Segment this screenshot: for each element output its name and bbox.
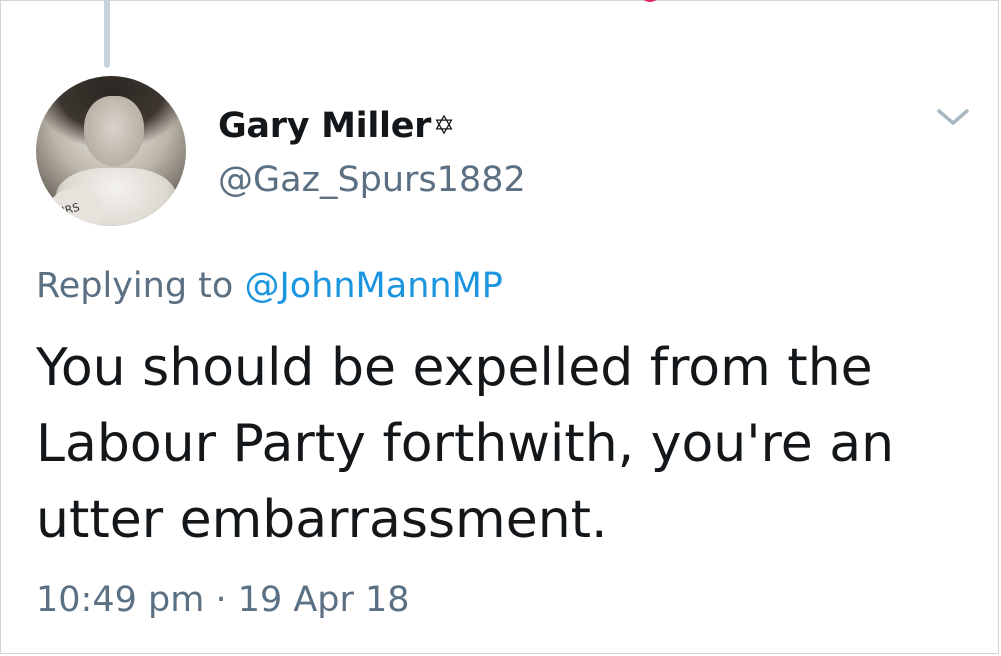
avatar-badge-text: URS <box>55 200 81 220</box>
star-of-david-icon: ✡ <box>433 111 455 141</box>
author-display-name: Gary Miller <box>218 106 432 146</box>
retweet-icon[interactable] <box>420 0 460 10</box>
like-icon[interactable] <box>630 0 670 10</box>
avatar[interactable]: URS <box>36 76 186 226</box>
reply-context: Replying to @JohnMannMP <box>36 266 503 306</box>
tweet-time: 10:49 pm <box>36 580 205 620</box>
avatar-face <box>84 96 144 166</box>
previous-tweet-action-bar <box>200 0 920 10</box>
tweet-text: You should be expelled from the Labour P… <box>36 338 895 550</box>
meta-separator: · <box>204 580 238 620</box>
reply-prefix: Replying to <box>36 266 245 306</box>
author-handle[interactable]: @Gaz_Spurs1882 <box>218 160 526 200</box>
author-name[interactable]: Gary Miller✡ <box>218 106 455 146</box>
chevron-down-icon[interactable] <box>935 106 971 128</box>
tweet-timestamp[interactable]: 10:49 pm · 19 Apr 18 <box>36 580 410 620</box>
tweet-date: 19 Apr 18 <box>237 580 410 620</box>
thread-connector-line <box>104 0 110 68</box>
share-icon[interactable] <box>840 0 880 10</box>
reply-icon[interactable] <box>230 0 270 10</box>
reply-mention-link[interactable]: @JohnMannMP <box>244 266 502 306</box>
